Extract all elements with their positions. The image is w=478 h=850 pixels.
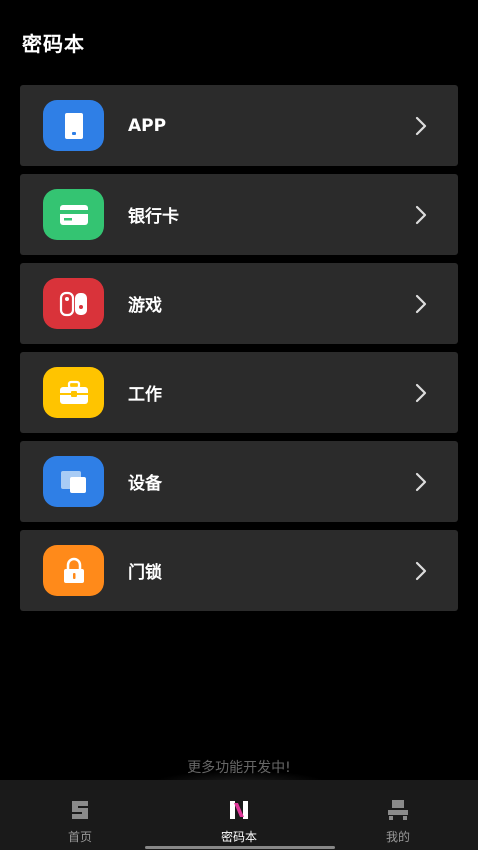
tab-home[interactable]: 首页 [0, 780, 160, 850]
tab-label: 密码本 [220, 830, 257, 844]
devices-icon [43, 456, 104, 507]
home-s-icon [72, 801, 88, 819]
password-book-icon [230, 801, 248, 819]
category-label: 门锁 [128, 563, 162, 583]
credit-card-icon [43, 189, 104, 240]
briefcase-icon [43, 367, 104, 418]
game-console-icon [43, 278, 104, 329]
tab-label: 首页 [67, 830, 92, 844]
tab-profile[interactable]: 我的 [318, 780, 478, 850]
chevron-right-icon [415, 205, 427, 224]
category-label: 游戏 [128, 296, 162, 316]
home-indicator [145, 846, 335, 849]
tablet-icon [43, 100, 104, 151]
chevron-right-icon [415, 383, 427, 402]
category-label: 银行卡 [128, 207, 179, 227]
chevron-right-icon [415, 294, 427, 313]
category-list: APP 银行卡 游戏 工作 设备 门锁 [20, 85, 458, 619]
category-row-app[interactable]: APP [20, 85, 458, 166]
category-label: 设备 [128, 474, 162, 494]
category-label: APP [128, 115, 167, 136]
category-row-game[interactable]: 游戏 [20, 263, 458, 344]
bottom-tab-bar: 首页 密码本 我的 [0, 780, 478, 850]
category-label: 工作 [128, 385, 162, 405]
development-notice: 更多功能开发中! [187, 760, 291, 776]
category-row-door-lock[interactable]: 门锁 [20, 530, 458, 611]
tab-label: 我的 [385, 830, 410, 844]
category-row-bank-card[interactable]: 银行卡 [20, 174, 458, 255]
profile-icon [388, 800, 408, 820]
page-title: 密码本 [22, 32, 85, 56]
chevron-right-icon [415, 116, 427, 135]
tab-password-book[interactable]: 密码本 [159, 780, 319, 850]
padlock-icon [43, 545, 104, 596]
category-row-device[interactable]: 设备 [20, 441, 458, 522]
category-row-work[interactable]: 工作 [20, 352, 458, 433]
chevron-right-icon [415, 561, 427, 580]
chevron-right-icon [415, 472, 427, 491]
